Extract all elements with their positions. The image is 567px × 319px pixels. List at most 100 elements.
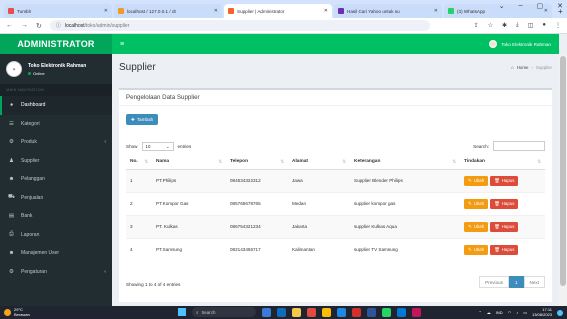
chevron-down-icon: ⌄ [165,143,170,149]
wifi-icon[interactable]: ◠ [508,310,512,315]
column-header[interactable]: Nama ⇅ [152,155,226,170]
sidebar-item-bank[interactable]: ▤ Bank [0,207,112,226]
sidebar-item-supplier[interactable]: ♟ Supplier [0,152,112,171]
tab-close-icon[interactable]: ✕ [214,8,218,14]
weather-widget[interactable]: 29°C Berawan [4,307,30,317]
user-panel-name: Toko Elektronik Rahman [28,62,87,69]
clock[interactable]: 17:11 13/08/2023 [532,307,552,317]
language-indicator[interactable]: IND [496,310,503,315]
edit-icon: ✎ [468,200,472,206]
back-icon[interactable]: ← [6,22,13,29]
edit-button[interactable]: ✎ Ubah [464,198,489,209]
sidebar-item-pelanggan[interactable]: ☻ Pelanggan [0,170,112,189]
entries-select[interactable]: 10 ⌄ [141,142,174,151]
user-menu-name: Toko Elektronik Rahman [501,41,551,47]
column-header-label: Nama [156,159,170,165]
tab-close-icon[interactable]: ✕ [434,8,438,14]
tab-search-icon[interactable]: ⌄ [499,2,505,10]
edit-button[interactable]: ✎ Ubah [464,244,489,255]
app-icon-red[interactable] [352,307,361,317]
sidebar-item-dashboard[interactable]: ◕ Dashboard [0,96,112,115]
sidebar-toggle-icon[interactable]: ≡ [120,41,124,48]
forward-icon[interactable]: → [21,22,28,29]
column-header[interactable]: Alamat ⇅ [288,155,350,170]
app-brand[interactable]: ADMINISTRATOR [0,34,112,54]
mail-icon[interactable] [397,307,406,317]
cell-no: 4 [126,237,152,261]
taskbar-search[interactable]: ⌕ Search [192,307,256,317]
sidebar-item-manajemen-user[interactable]: ☻ Manajemen User [0,244,112,263]
url-field[interactable]: ⓘ localhost/toko/admin/supplier [49,20,430,31]
supplier-box: Pengelolaan Data Supplier ✚ Tambah Show … [119,88,552,302]
column-header[interactable]: Tindakan ⇅ [460,155,545,170]
search-input[interactable] [493,141,545,151]
box-title: Pengelolaan Data Supplier [119,90,552,106]
extensions-icon[interactable]: ✱ [502,22,507,29]
windows-start-icon[interactable] [178,308,186,316]
notification-icon[interactable] [557,309,563,316]
battery-icon[interactable]: ▭ [523,310,527,315]
browser-tab[interactable]: Tumblr ✕ [4,4,112,18]
close-window-icon[interactable]: ✕ [557,2,563,10]
app-icon-pink[interactable] [412,307,421,317]
edit-button[interactable]: ✎ Ubah [464,175,489,186]
file-explorer-icon[interactable] [292,307,301,317]
pager-next[interactable]: Next [523,276,545,288]
menu-dots-icon[interactable]: ⋮ [555,22,561,29]
edit-button[interactable]: ✎ Ubah [464,221,489,232]
scrollbar-thumb[interactable] [560,56,566,286]
edge-icon[interactable] [277,307,286,317]
download-icon[interactable]: ⤓ [516,22,519,29]
delete-button[interactable]: 🗑 Hapus [490,198,519,209]
browser-tab[interactable]: localhost / 127.0.0.1 / dt ✕ [114,4,222,18]
pager-previous[interactable]: Previous [479,276,509,288]
minimize-icon[interactable]: – [519,2,523,10]
page-scrollbar[interactable] [559,54,567,306]
app-icon-blue[interactable] [337,307,346,317]
volume-icon[interactable]: ♪ [516,310,518,315]
sidebar-menu: ◕ Dashboard ☰ Kategori ⚙ Produk ‹ ♟ Supplier ☻ Pel… [0,96,112,281]
add-supplier-button[interactable]: ✚ Tambah [126,114,159,125]
maximize-icon[interactable]: ▢ [537,2,544,10]
sidepanel-icon[interactable]: ◫ [528,22,534,29]
gear-icon: ⚙ [9,268,14,275]
sidebar-item-laporan[interactable]: ⎙ Laporan [0,226,112,245]
sidebar-item-produk[interactable]: ⚙ Produk ‹ [0,133,112,152]
window-controls: ⌄ – ▢ ✕ [499,2,563,10]
chrome-icon[interactable] [322,307,331,317]
whatsapp-icon[interactable] [382,307,391,317]
store-icon[interactable] [307,307,316,317]
sidebar-item-label: Penjualan [21,194,44,201]
profile-icon[interactable]: ● [542,22,546,29]
delete-button[interactable]: 🗑 Hapus [490,244,519,255]
delete-button[interactable]: 🗑 Hapus [490,221,519,232]
users-icon: ☻ [8,176,15,183]
column-header[interactable]: No. ⇅ [126,155,152,170]
sidebar-item-pengaturan[interactable]: ⚙ Pengaturan ‹ [0,263,112,282]
user-menu[interactable]: Toko Elektronik Rahman [489,40,551,48]
tray-app-icon[interactable]: ☁ [487,310,491,315]
bookmark-star-icon[interactable]: ☆ [488,22,493,29]
chevron-left-icon: ‹ [104,268,106,275]
column-header[interactable]: Keterangan ⇅ [350,155,460,170]
pager-page-1[interactable]: 1 [508,276,524,288]
home-icon: ⌂ [511,64,514,70]
sidebar-item-penjualan[interactable]: ⛟ Penjualan [0,189,112,208]
tab-close-icon[interactable]: ✕ [324,8,328,14]
column-header[interactable]: Telepon ⇅ [226,155,288,170]
sidebar-item-kategori[interactable]: ☰ Kategori [0,115,112,134]
taskview-icon[interactable] [262,307,271,317]
tray-chevron-icon[interactable]: ⌃ [478,310,481,315]
trash-icon: 🗑 [494,177,500,183]
cell-no: 3 [126,214,152,238]
delete-button[interactable]: 🗑 Hapus [490,175,519,186]
site-info-icon[interactable]: ⓘ [56,22,61,29]
word-icon[interactable] [367,307,376,317]
share-icon[interactable]: ⇪ [474,22,479,29]
reload-icon[interactable]: ↻ [36,22,42,30]
cell-nama: PT. Kulkas [152,214,226,238]
browser-tab[interactable]: Supplier | Administrator ✕ [224,4,332,18]
browser-tab[interactable]: Hasil Cari Yahoo untuk su ✕ [334,4,442,18]
tab-close-icon[interactable]: ✕ [104,8,108,14]
breadcrumb-home[interactable]: Home [517,65,529,70]
